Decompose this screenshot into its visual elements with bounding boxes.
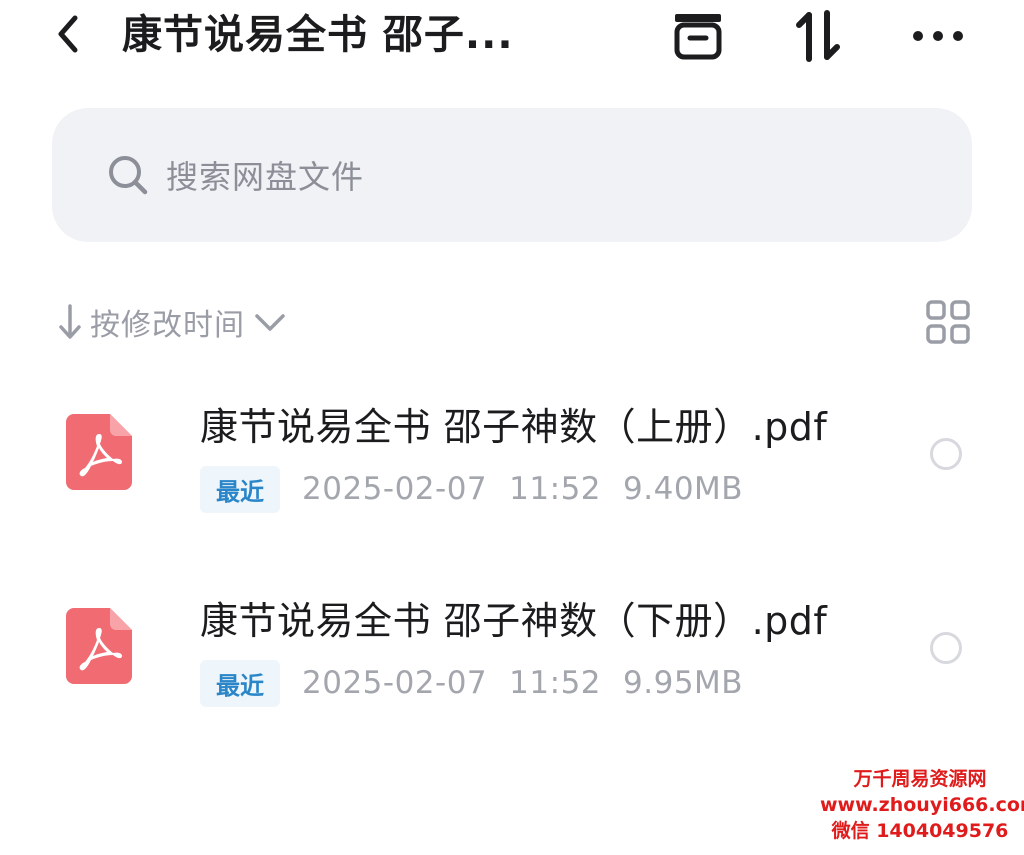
sort-arrows-icon xyxy=(796,10,840,62)
file-list: 康节说易全书 邵子神数（上册）.pdf 最近 2025-02-07 11:52 … xyxy=(0,380,1024,768)
pdf-file-icon xyxy=(66,414,132,490)
back-button[interactable] xyxy=(48,12,88,56)
search-icon xyxy=(106,153,150,197)
file-date: 2025-02-07 xyxy=(302,665,488,701)
select-radio[interactable] xyxy=(930,438,962,470)
file-name: 康节说易全书 邵子神数（上册）.pdf xyxy=(200,405,828,449)
search-placeholder: 搜索网盘文件 xyxy=(166,158,365,196)
pdf-file-icon xyxy=(66,608,132,684)
file-date: 2025-02-07 xyxy=(302,471,488,507)
search-input[interactable]: 搜索网盘文件 xyxy=(52,108,972,242)
file-row[interactable]: 康节说易全书 邵子神数（下册）.pdf 最近 2025-02-07 11:52 … xyxy=(0,574,1024,768)
file-meta: 最近 2025-02-07 11:52 9.95MB xyxy=(200,659,765,707)
file-time: 11:52 xyxy=(509,471,602,507)
file-size: 9.40MB xyxy=(623,471,744,507)
recent-badge: 最近 xyxy=(200,659,280,707)
sort-button[interactable] xyxy=(790,8,846,64)
page-title: 康节说易全书 邵子... xyxy=(122,12,514,58)
grid-view-button[interactable] xyxy=(922,296,974,348)
file-name: 康节说易全书 邵子神数（下册）.pdf xyxy=(200,599,828,643)
grid-view-icon xyxy=(926,300,970,344)
chevron-left-icon xyxy=(58,15,78,53)
top-bar: 康节说易全书 邵子... xyxy=(0,0,1024,80)
watermark-line-2: www.zhouyi666.com xyxy=(820,794,1024,816)
recent-badge: 最近 xyxy=(200,465,280,513)
sort-selector[interactable]: 按修改时间 xyxy=(56,296,287,348)
archive-button[interactable] xyxy=(670,8,726,64)
watermark-line-1: 万千周易资源网 xyxy=(853,768,987,790)
more-button[interactable] xyxy=(910,8,966,64)
chevron-down-icon xyxy=(255,314,285,331)
watermark: 万千周易资源网 www.zhouyi666.com 微信 1404049576 xyxy=(820,766,1024,844)
select-radio[interactable] xyxy=(930,632,962,664)
archive-box-icon xyxy=(674,14,722,60)
file-meta: 最近 2025-02-07 11:52 9.40MB xyxy=(200,465,765,513)
more-dots-icon xyxy=(913,31,963,41)
sort-label: 按修改时间 xyxy=(90,308,245,343)
file-time: 11:52 xyxy=(509,665,602,701)
watermark-line-3: 微信 1404049576 xyxy=(831,820,1009,842)
file-row[interactable]: 康节说易全书 邵子神数（上册）.pdf 最近 2025-02-07 11:52 … xyxy=(0,380,1024,574)
file-size: 9.95MB xyxy=(623,665,744,701)
arrow-down-icon xyxy=(59,304,81,339)
